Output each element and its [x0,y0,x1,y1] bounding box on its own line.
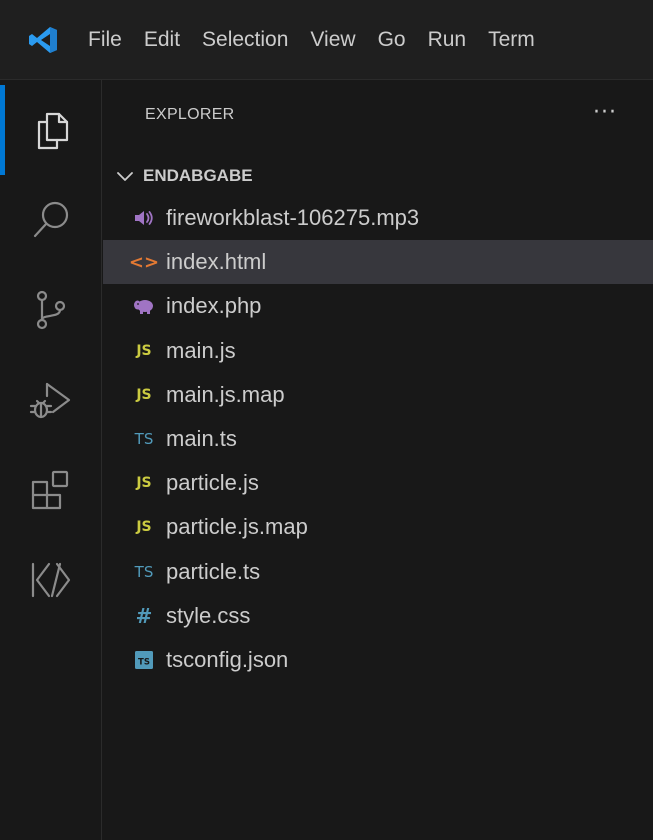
file-item-index-php[interactable]: index.php [103,284,653,328]
explorer-icon [37,112,69,150]
menu-run[interactable]: Run [428,28,467,52]
file-name: particle.js [166,470,259,496]
js-icon: JS [136,519,152,536]
title-bar: File Edit Selection View Go Run Term [0,0,653,80]
file-item-index-html[interactable]: <> index.html [103,240,653,285]
file-name: style.css [166,602,251,628]
file-item-fireworkblast[interactable]: fireworkblast-106275.mp3 [103,196,653,240]
file-item-main-js[interactable]: JS main.js [103,329,653,373]
file-item-particle-js-map[interactable]: JS particle.js.map [103,505,653,549]
file-item-tsconfig-json[interactable]: TS tsconfig.json [103,638,653,682]
activity-bar [0,80,102,840]
file-name: fireworkblast-106275.mp3 [166,205,420,231]
run-debug-icon [29,382,71,419]
folder-name: ENDABGABE [143,166,253,185]
menu-selection[interactable]: Selection [202,28,288,52]
chevron-down-icon [117,172,133,181]
vscode-logo-icon[interactable] [28,25,58,55]
php-icon [133,295,155,317]
file-name: main.ts [166,426,237,452]
file-name: main.js.map [166,381,285,407]
file-name: index.html [166,249,267,275]
audio-icon [133,207,155,229]
menu-edit[interactable]: Edit [144,28,180,52]
more-actions-button[interactable]: ··· [593,100,617,125]
html-icon: <> [128,251,160,273]
ts-icon: TS [134,562,154,581]
file-name: particle.ts [166,558,261,584]
js-icon: JS [136,386,152,403]
activity-search[interactable] [0,175,102,265]
explorer-sidebar: EXPLORER ··· ENDABGABE fireworkblast-106… [103,80,653,840]
activity-source-control[interactable] [0,265,102,355]
file-item-main-js-map[interactable]: JS main.js.map [103,373,653,417]
menu-terminal[interactable]: Term [488,28,535,52]
menu-file[interactable]: File [88,28,122,52]
menu-go[interactable]: Go [378,28,406,52]
activity-extensions[interactable] [0,445,102,535]
ts-icon: TS [134,430,154,449]
js-icon: JS [136,475,152,492]
sidebar-title: EXPLORER [145,106,235,123]
search-icon [33,201,69,238]
menu-view[interactable]: View [310,28,355,52]
css-icon: # [135,603,153,628]
file-item-main-ts[interactable]: TS main.ts [103,417,653,461]
file-item-particle-ts[interactable]: TS particle.ts [103,550,653,594]
source-control-icon [36,290,66,330]
remote-explorer-icon [31,562,71,598]
file-name: index.php [166,293,262,319]
file-name: particle.js.map [166,514,308,540]
file-tree: fireworkblast-106275.mp3 <> index.html i… [103,196,653,682]
svg-text:TS: TS [138,657,150,667]
tsconfig-icon: TS [133,649,155,671]
folder-endabgabe[interactable]: ENDABGABE [103,158,653,194]
file-name: main.js [166,337,236,363]
file-item-particle-js[interactable]: JS particle.js [103,461,653,505]
js-icon: JS [136,342,152,359]
activity-run-debug[interactable] [0,355,102,445]
file-name: tsconfig.json [166,646,289,672]
activity-explorer[interactable] [0,85,102,175]
file-item-style-css[interactable]: # style.css [103,594,653,638]
activity-remote-explorer[interactable] [0,535,102,625]
extensions-icon [31,470,69,510]
